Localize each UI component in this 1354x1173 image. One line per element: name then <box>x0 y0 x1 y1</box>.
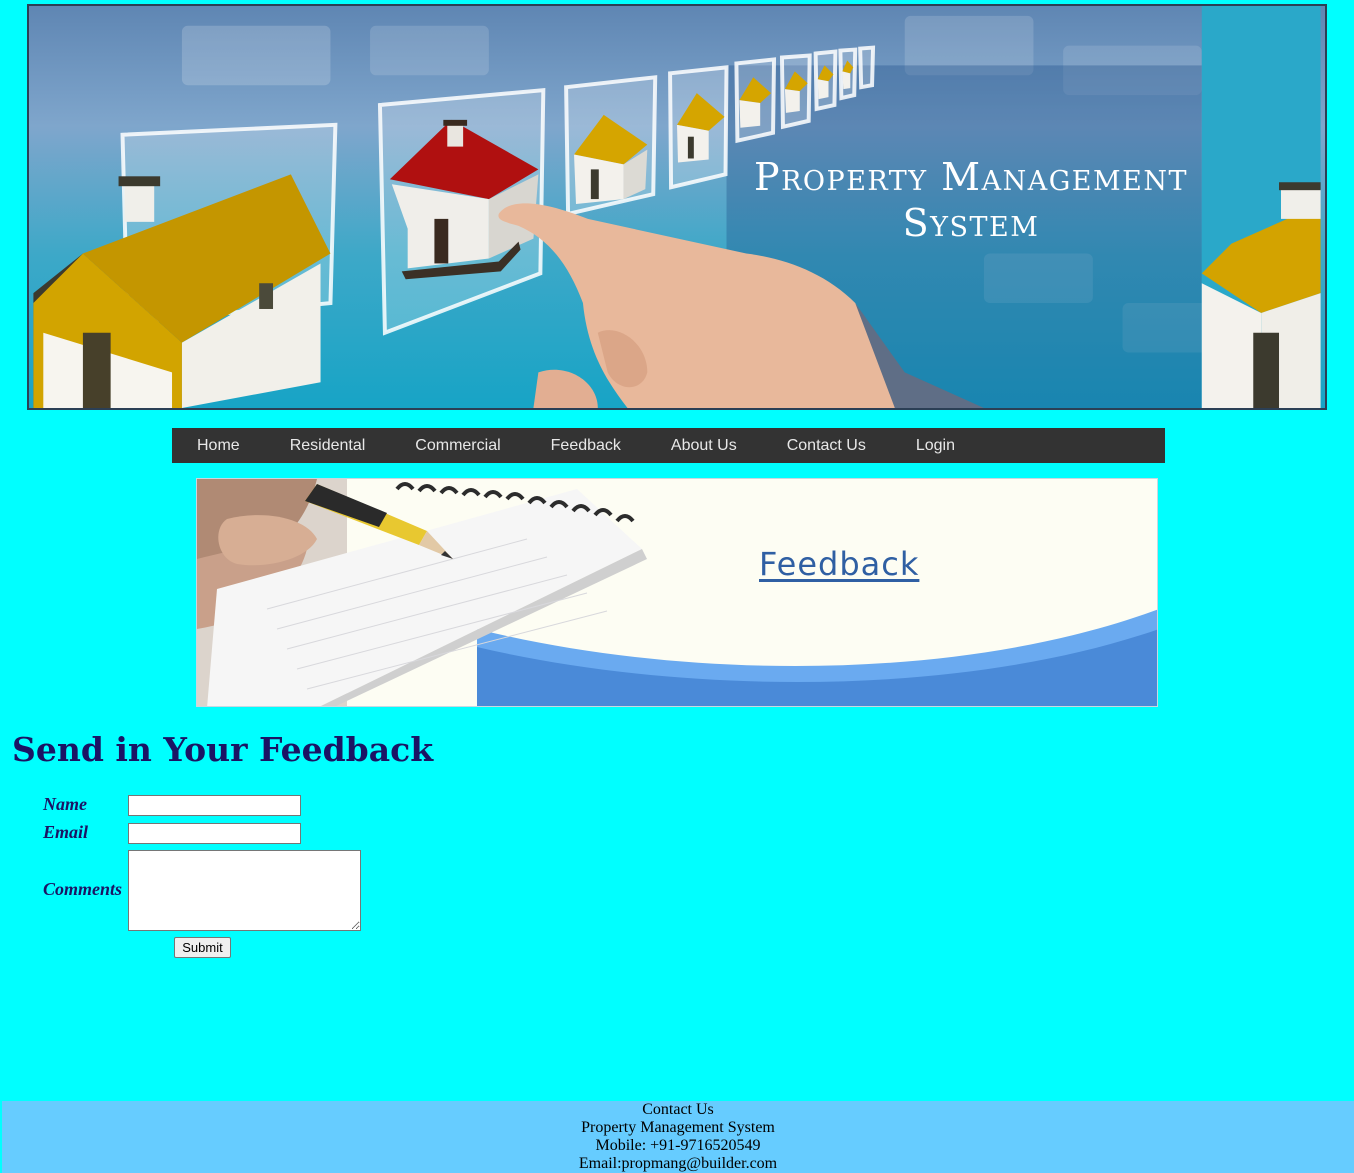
site-title: Property Management System <box>741 154 1201 246</box>
footer: Contact Us Property Management System Mo… <box>2 1101 1354 1173</box>
nav-item-residental[interactable]: Residental <box>290 437 366 455</box>
footer-mobile: Mobile: +91-9716520549 <box>595 1137 761 1154</box>
name-field[interactable] <box>128 795 301 816</box>
nav-item-contact-us[interactable]: Contact Us <box>787 437 866 455</box>
feedback-banner-image: Feedback <box>196 478 1158 707</box>
feedback-image-caption: Feedback <box>759 545 920 583</box>
submit-button[interactable]: Submit <box>174 937 231 958</box>
email-field[interactable] <box>128 823 301 844</box>
nav-item-home[interactable]: Home <box>197 437 240 455</box>
nav-item-about-us[interactable]: About Us <box>671 437 737 455</box>
footer-company-name: Property Management System <box>581 1119 775 1136</box>
site-title-line-1: Property Management <box>754 155 1188 199</box>
main-nav: Home Residental Commercial Feedback Abou… <box>172 428 1165 463</box>
nav-item-feedback[interactable]: Feedback <box>551 437 621 455</box>
footer-email: Email:propmang@builder.com <box>578 1155 778 1172</box>
comments-field[interactable] <box>128 850 361 931</box>
header-banner: Property Management System <box>27 4 1327 410</box>
nav-item-commercial[interactable]: Commercial <box>415 437 500 455</box>
nav-item-login[interactable]: Login <box>916 437 955 455</box>
email-label: Email <box>43 822 89 842</box>
footer-contact-heading: Contact Us <box>642 1101 714 1118</box>
comments-label: Comments <box>43 879 123 899</box>
name-label: Name <box>43 794 87 814</box>
feedback-heading: Send in Your Feedback <box>12 730 434 769</box>
site-title-line-2: System <box>902 201 1040 245</box>
notepad-pencil-illustration <box>197 479 1157 706</box>
